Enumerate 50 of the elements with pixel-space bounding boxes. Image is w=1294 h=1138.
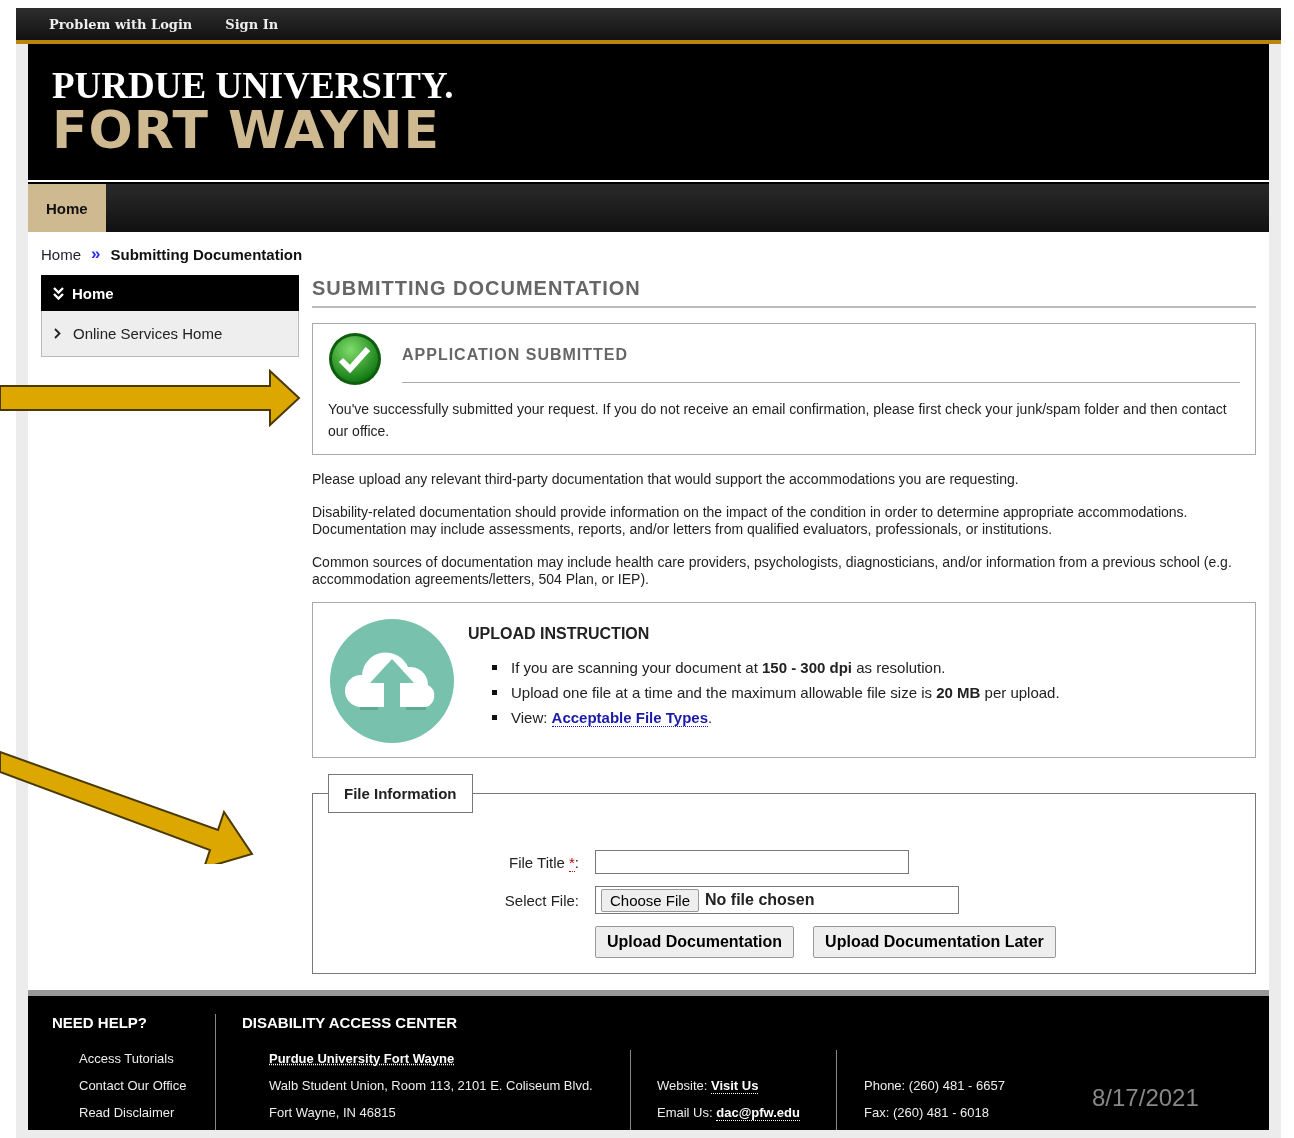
footer-link[interactable]: Read Disclaimer	[52, 1104, 215, 1130]
upload-title: UPLOAD INSTRUCTION	[468, 625, 651, 643]
footer-text: Fax: (260) 481 - 6018	[864, 1104, 991, 1122]
footer-text: Phone: (260) 481 - 6657	[864, 1077, 1005, 1095]
footer-text: Email Us: dac@pfw.edu	[657, 1104, 801, 1123]
date-text: 8/17/2021	[1092, 1084, 1199, 1112]
sidebar-item[interactable]: Online Services Home	[41, 311, 299, 357]
sidebar-heading[interactable]: Home	[41, 275, 299, 311]
paragraph: Disability-related documentation should provide information on the impact of the condition in order to determine appropriate accommodations. Documentation may include assessments, reports, and/or letters from qualified evaluators, professionals, or institutions.	[312, 504, 1189, 538]
logo-text: PURDUE UNIVERSITY.	[52, 68, 454, 104]
bullet-icon	[492, 665, 497, 670]
file-title-field[interactable]	[595, 850, 909, 874]
paragraph: Common sources of documentation may include health care providers, psychologists, diagnosticians, and/or information from a previous school (e.g. accommodation agreements/letters, 504 Plan, or IEP).	[312, 554, 1233, 588]
alert-message: You've successfully submitted your request. If you do not receive an email confirmation, please first check your junk/spam folder and then contact our office.	[328, 400, 1228, 441]
breadcrumb-link[interactable]: Home	[41, 245, 81, 263]
footer-link[interactable]: Access Tutorials	[52, 1050, 215, 1077]
field-label: Select File:	[504, 891, 579, 909]
footer-heading: NEED HELP?	[52, 1014, 148, 1032]
breadcrumb-current: Submitting Documentation	[110, 245, 303, 263]
footer-link[interactable]: dac@pfw.edu	[716, 1105, 800, 1121]
alert-title: APPLICATION SUBMITTED	[402, 329, 1240, 383]
paragraph: Please upload any relevant third-party documentation that would support the accommodations you are requesting.	[312, 471, 1020, 488]
checkmark-icon	[328, 332, 382, 386]
instruction-text: Upload one file at a time and the maximum allowable file size is 20 MB per upload.	[511, 684, 1060, 701]
footer-text: Walb Student Union, Room 113, 2101 E. Coliseum Blvd.	[269, 1077, 594, 1095]
double-chevron-icon	[53, 286, 64, 300]
instruction-text: If you are scanning your document at 150 - 300 dpi as resolution.	[511, 659, 946, 676]
page-title: SUBMITTING DOCUMENTATION	[312, 277, 1256, 308]
cloud-upload-icon	[330, 619, 454, 743]
footer-text: Fort Wayne, IN 46815	[269, 1104, 397, 1122]
upload-button[interactable]: Upload Documentation Later	[813, 926, 1056, 958]
nav-tab[interactable]: Home	[28, 184, 106, 232]
upload-button[interactable]: Upload Documentation	[595, 926, 795, 958]
footer-heading: DISABILITY ACCESS CENTER	[242, 1014, 459, 1032]
bullet-icon	[492, 690, 497, 695]
field-label: File Title *:	[508, 853, 579, 871]
file-status: No file chosen	[705, 891, 815, 909]
logo-text: FORT WAYNE	[52, 104, 441, 156]
chevron-icon	[54, 328, 61, 339]
breadcrumb-separator: »	[91, 244, 101, 264]
top-link[interactable]: Sign In	[225, 16, 279, 32]
file-picker[interactable]: Choose File No file chosen	[595, 886, 959, 914]
footer-link[interactable]: Visit Us	[710, 1078, 759, 1094]
footer-text: Website: Visit Us	[657, 1077, 760, 1096]
footer-link[interactable]: Purdue University Fort Wayne	[269, 1050, 630, 1077]
bullet-icon	[492, 715, 497, 720]
footer-link[interactable]: Contact Our Office	[52, 1077, 215, 1104]
top-link[interactable]: Problem with Login	[49, 16, 193, 32]
instruction-text: View: Acceptable File Types.	[511, 709, 713, 726]
choose-file-button[interactable]: Choose File	[601, 888, 700, 912]
